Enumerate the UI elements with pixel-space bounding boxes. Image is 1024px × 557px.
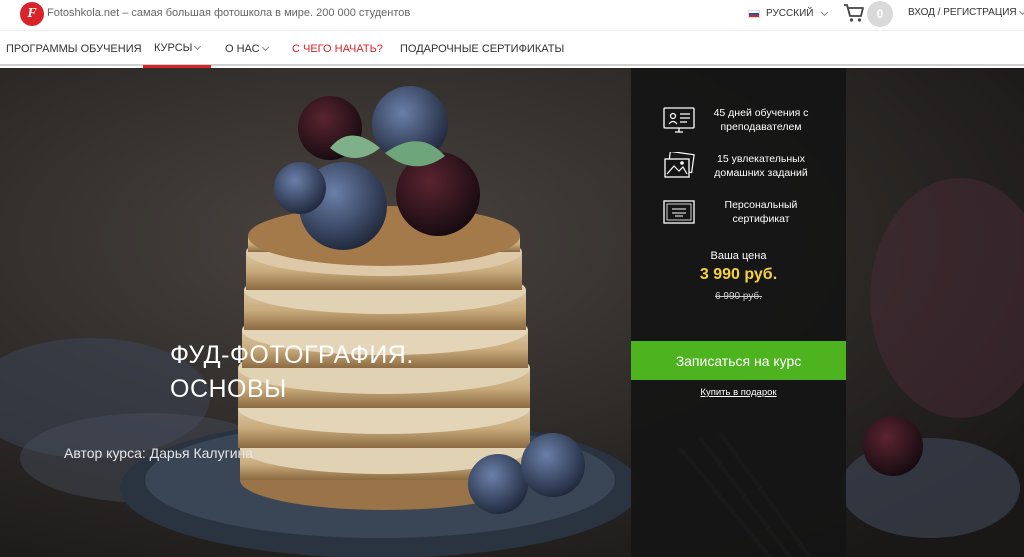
nav-item-about[interactable]: О НАС: [225, 31, 269, 67]
nav-item-label: ПОДАРОЧНЫЕ СЕРТИФИКАТЫ: [400, 43, 565, 55]
main-nav: ПРОГРАММЫ ОБУЧЕНИЯ КУРСЫ О НАС С ЧЕГО НА…: [0, 30, 1024, 68]
feature-text: Персональный сертификат: [724, 199, 798, 225]
chevron-down-icon: [1018, 7, 1024, 15]
nav-item-label: ПРОГРАММЫ ОБУЧЕНИЯ: [6, 43, 142, 55]
certificate-icon: [663, 200, 695, 224]
chevron-down-icon: [261, 43, 269, 52]
fotoshkola-logo[interactable]: F: [20, 2, 44, 26]
course-author: Автор курса: Дарья Калугина: [64, 445, 254, 461]
photos-icon: [664, 152, 695, 178]
login-register-link[interactable]: ВХОД / РЕГИСТРАЦИЯ: [908, 7, 1024, 18]
course-hero: ФУД-ФОТОГРАФИЯ. ОСНОВЫ Автор курса: Дарь…: [0, 68, 1024, 557]
enroll-button[interactable]: Записаться на курс: [631, 341, 846, 380]
shopping-cart-icon[interactable]: [843, 3, 865, 23]
login-label: ВХОД / РЕГИСТРАЦИЯ: [908, 7, 1017, 18]
chevron-down-icon: [194, 42, 202, 51]
feature-text: 45 дней обучения с преподавателем: [713, 107, 809, 133]
nav-item-gift-certificates[interactable]: ПОДАРОЧНЫЕ СЕРТИФИКАТЫ: [400, 31, 564, 67]
top-bar: F Fotoshkola.net – самая большая фотошко…: [0, 0, 1024, 30]
course-title-line2: ОСНОВЫ: [170, 375, 287, 403]
language-label: РУССКИЙ: [766, 8, 814, 19]
feature-item: 15 увлекательных домашних заданий: [663, 152, 821, 180]
price-old: 6 990 руб.: [715, 291, 762, 302]
buy-as-gift-link[interactable]: Купить в подарок: [631, 387, 846, 398]
price-current: 3 990 руб.: [699, 266, 778, 283]
nav-item-label: О НАС: [225, 43, 260, 55]
monitor-teacher-icon: [663, 107, 695, 133]
feature-item: Персональный сертификат: [663, 198, 821, 226]
price-label: Ваша цена: [710, 250, 767, 262]
nav-item-courses[interactable]: КУРСЫ: [143, 31, 212, 68]
nav-item-label: КУРСЫ: [154, 42, 193, 54]
feature-item: 45 дней обучения с преподавателем: [663, 106, 821, 134]
chevron-down-icon: [821, 8, 829, 16]
nav-item-where-to-start[interactable]: С ЧЕГО НАЧАТЬ?: [292, 31, 383, 67]
site-tagline: Fotoshkola.net – самая большая фотошкола…: [47, 7, 411, 19]
language-selector[interactable]: РУССКИЙ: [748, 8, 829, 19]
russia-flag-icon: [748, 9, 760, 18]
pancakes-photo: [0, 68, 1024, 557]
course-title: ФУД-ФОТОГРАФИЯ. ОСНОВЫ: [170, 338, 414, 406]
course-title-line1: ФУД-ФОТОГРАФИЯ.: [170, 341, 414, 369]
cart-count-badge[interactable]: 0: [867, 1, 893, 27]
feature-text: 15 увлекательных домашних заданий: [714, 153, 808, 179]
nav-item-label: С ЧЕГО НАЧАТЬ?: [292, 43, 383, 55]
nav-item-programs[interactable]: ПРОГРАММЫ ОБУЧЕНИЯ: [6, 31, 142, 67]
course-info-panel: 45 дней обучения с преподавателем 15 увл…: [631, 68, 846, 557]
